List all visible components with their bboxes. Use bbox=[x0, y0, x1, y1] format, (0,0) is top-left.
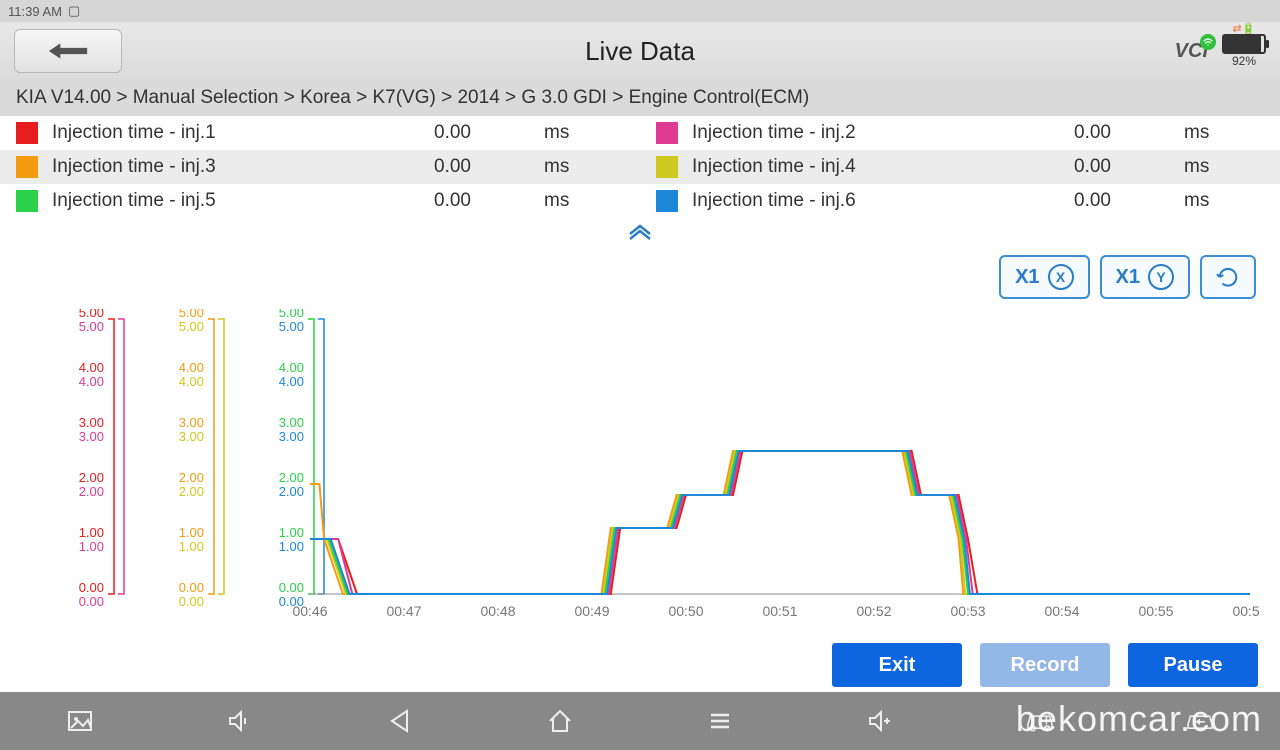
color-swatch bbox=[656, 156, 678, 178]
battery-indicator: ⇄🔋 92% bbox=[1222, 34, 1266, 68]
param-row[interactable]: Injection time - inj.40.00ms bbox=[640, 150, 1280, 184]
svg-text:00:52: 00:52 bbox=[856, 603, 891, 619]
svg-text:2.00: 2.00 bbox=[79, 470, 104, 485]
svg-text:00:48: 00:48 bbox=[480, 603, 515, 619]
action-bar: Exit Record Pause bbox=[0, 629, 1280, 695]
svg-text:4.00: 4.00 bbox=[79, 374, 104, 389]
color-swatch bbox=[16, 122, 38, 144]
svg-text:2.00: 2.00 bbox=[279, 484, 304, 499]
svg-text:3.00: 3.00 bbox=[79, 415, 104, 430]
car-back-icon[interactable] bbox=[1184, 705, 1216, 737]
svg-text:4.00: 4.00 bbox=[79, 360, 104, 375]
x-axis-icon: X bbox=[1048, 264, 1074, 290]
svg-text:00:54: 00:54 bbox=[1044, 603, 1079, 619]
svg-text:1.00: 1.00 bbox=[79, 539, 104, 554]
svg-text:1.00: 1.00 bbox=[279, 539, 304, 554]
svg-text:3.00: 3.00 bbox=[179, 415, 204, 430]
param-row[interactable]: Injection time - inj.20.00ms bbox=[640, 116, 1280, 150]
svg-text:4.00: 4.00 bbox=[279, 374, 304, 389]
svg-text:5.00: 5.00 bbox=[79, 319, 104, 334]
y-axis-icon: Y bbox=[1148, 264, 1174, 290]
svg-text:1.00: 1.00 bbox=[179, 525, 204, 540]
svg-text:4.00: 4.00 bbox=[179, 360, 204, 375]
svg-text:2.00: 2.00 bbox=[179, 484, 204, 499]
svg-text:0.00: 0.00 bbox=[279, 580, 304, 595]
svg-text:2.00: 2.00 bbox=[279, 470, 304, 485]
svg-text:00:50: 00:50 bbox=[668, 603, 703, 619]
svg-text:1.00: 1.00 bbox=[79, 525, 104, 540]
svg-text:3.00: 3.00 bbox=[79, 429, 104, 444]
zoom-y-button[interactable]: X1Y bbox=[1100, 255, 1190, 299]
color-swatch bbox=[656, 122, 678, 144]
svg-text:00:55: 00:55 bbox=[1138, 603, 1173, 619]
color-swatch bbox=[16, 190, 38, 212]
param-row[interactable]: Injection time - inj.60.00ms bbox=[640, 184, 1280, 218]
svg-text:0.00: 0.00 bbox=[79, 594, 104, 609]
svg-text:00:51: 00:51 bbox=[762, 603, 797, 619]
svg-text:2.00: 2.00 bbox=[179, 470, 204, 485]
nav-recent-icon[interactable] bbox=[704, 705, 736, 737]
svg-text:4.00: 4.00 bbox=[179, 374, 204, 389]
svg-text:5.00: 5.00 bbox=[179, 319, 204, 334]
svg-text:1.00: 1.00 bbox=[179, 539, 204, 554]
vci-status: VCI bbox=[1175, 40, 1208, 63]
breadcrumb: KIA V14.00 > Manual Selection > Korea > … bbox=[0, 80, 1280, 116]
gallery-icon[interactable] bbox=[64, 705, 96, 737]
param-row[interactable]: Injection time - inj.50.00ms bbox=[0, 184, 640, 218]
svg-text:00:56: 00:56 bbox=[1232, 603, 1260, 619]
back-button[interactable] bbox=[14, 29, 122, 73]
chevron-up-icon bbox=[626, 222, 654, 240]
car-icon[interactable] bbox=[1024, 705, 1056, 737]
svg-text:00:53: 00:53 bbox=[950, 603, 985, 619]
zoom-x-button[interactable]: X1X bbox=[999, 255, 1089, 299]
refresh-button[interactable] bbox=[1200, 255, 1256, 299]
screenshot-icon: ▢ bbox=[68, 3, 80, 19]
svg-text:00:49: 00:49 bbox=[574, 603, 609, 619]
svg-text:5.00: 5.00 bbox=[279, 319, 304, 334]
svg-text:3.00: 3.00 bbox=[179, 429, 204, 444]
collapse-toggle[interactable] bbox=[0, 218, 1280, 249]
nav-back-icon[interactable] bbox=[384, 705, 416, 737]
zoom-toolbar: X1X X1Y bbox=[0, 249, 1280, 309]
android-status-bar: 11:39 AM ▢ bbox=[0, 0, 1280, 22]
color-swatch bbox=[16, 156, 38, 178]
param-row[interactable]: Injection time - inj.10.00ms bbox=[0, 116, 640, 150]
svg-text:00:46: 00:46 bbox=[292, 603, 327, 619]
refresh-icon bbox=[1216, 264, 1240, 290]
live-data-grid: Injection time - inj.10.00ms Injection t… bbox=[0, 116, 1280, 218]
svg-text:00:47: 00:47 bbox=[386, 603, 421, 619]
param-row[interactable]: Injection time - inj.30.00ms bbox=[0, 150, 640, 184]
pause-button[interactable]: Pause bbox=[1128, 643, 1258, 687]
record-button[interactable]: Record bbox=[980, 643, 1110, 687]
color-swatch bbox=[656, 190, 678, 212]
svg-text:0.00: 0.00 bbox=[79, 580, 104, 595]
volume-down-icon[interactable] bbox=[224, 705, 256, 737]
chart-canvas: 0.000.001.001.002.002.003.003.004.004.00… bbox=[10, 309, 1260, 629]
volume-up-icon[interactable] bbox=[864, 705, 896, 737]
svg-text:3.00: 3.00 bbox=[279, 415, 304, 430]
exit-button[interactable]: Exit bbox=[832, 643, 962, 687]
app-header: Live Data VCI ⇄🔋 92% bbox=[0, 22, 1280, 80]
wifi-icon bbox=[1200, 34, 1216, 50]
status-time: 11:39 AM bbox=[8, 4, 62, 19]
svg-text:3.00: 3.00 bbox=[279, 429, 304, 444]
svg-text:1.00: 1.00 bbox=[279, 525, 304, 540]
android-nav-bar bbox=[0, 692, 1280, 750]
svg-text:4.00: 4.00 bbox=[279, 360, 304, 375]
page-title: Live Data bbox=[585, 36, 695, 67]
live-chart[interactable]: 0.000.001.001.002.002.003.003.004.004.00… bbox=[0, 309, 1280, 629]
nav-home-icon[interactable] bbox=[544, 705, 576, 737]
svg-text:2.00: 2.00 bbox=[79, 484, 104, 499]
svg-text:0.00: 0.00 bbox=[179, 580, 204, 595]
svg-text:0.00: 0.00 bbox=[179, 594, 204, 609]
